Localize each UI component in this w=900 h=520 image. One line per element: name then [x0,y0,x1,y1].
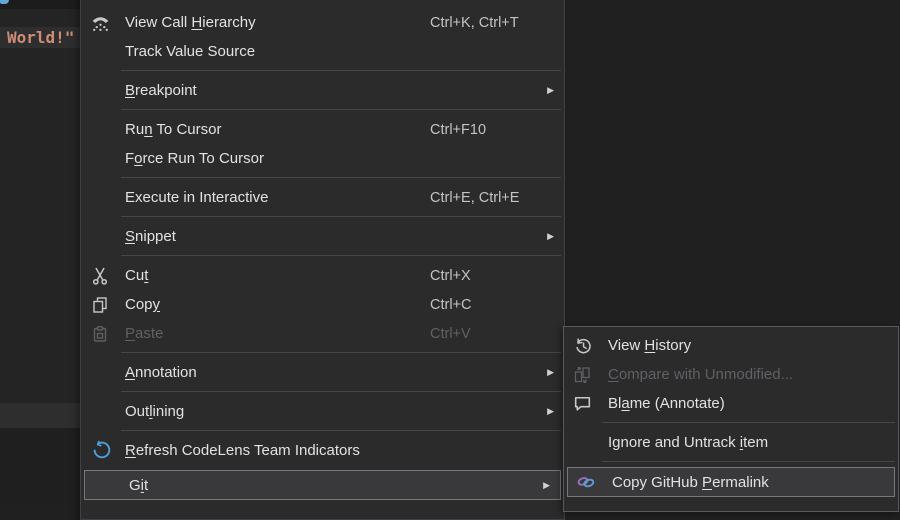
menu-item-label: Annotation [119,364,430,381]
menu-separator [564,457,898,467]
compare-icon [564,360,600,389]
scissors-icon [81,261,119,290]
menu-item-shortcut: Ctrl+K, Ctrl+T [430,15,536,31]
menu-item-label: Track Value Source [119,43,430,60]
menu-item-execute-in-interactive[interactable]: Execute in Interactive Ctrl+E, Ctrl+E [81,183,564,212]
submenu-item-view-history[interactable]: View History [564,331,898,360]
menu-item-label: Outlining [119,403,430,420]
context-menu: View Call Hierarchy Ctrl+K, Ctrl+T Track… [80,0,565,520]
menu-item-label: Copy GitHub Permalink [604,474,872,491]
menu-item-label: View Call Hierarchy [119,14,430,31]
menu-item-cut[interactable]: Cut Ctrl+X [81,261,564,290]
blame-icon [564,389,600,418]
current-line-highlight: World!" [0,27,80,48]
menu-item-shortcut: Ctrl+F10 [430,122,536,138]
menu-item-shortcut: Ctrl+C [430,297,536,313]
menu-item-label: Snippet [119,228,430,245]
menu-separator [81,212,564,222]
menu-item-label: Paste [119,325,430,342]
menu-item-label: View History [600,337,876,354]
menu-item-shortcut: Ctrl+X [430,268,536,284]
menu-item-label: Git [123,477,434,494]
menu-item-label: Execute in Interactive [119,189,430,206]
menu-item-snippet[interactable]: Snippet ▶ [81,222,564,251]
menu-item-label: Refresh CodeLens Team Indicators [119,442,430,459]
menu-item-copy[interactable]: Copy Ctrl+C [81,290,564,319]
menu-item-label: Breakpoint [119,82,430,99]
menu-item-label: Copy [119,296,430,313]
menu-separator [81,66,564,76]
editor-band [0,403,80,428]
submenu-arrow-icon: ▶ [547,368,554,377]
submenu-item-compare-with-unmodified: Compare with Unmodified... [564,360,898,389]
permalink-icon [568,468,604,496]
menu-item-annotation[interactable]: Annotation ▶ [81,358,564,387]
paste-icon [81,319,119,348]
menu-item-track-value-source[interactable]: Track Value Source [81,37,564,66]
editor-top-strip [0,0,80,9]
git-submenu: View History Compare with Unmodified... … [563,326,899,512]
menu-separator [81,348,564,358]
copy-icon [81,290,119,319]
submenu-item-blame-annotate[interactable]: Blame (Annotate) [564,389,898,418]
refresh-icon [81,436,119,465]
menu-separator [81,173,564,183]
menu-separator [81,387,564,397]
editor-bottom-area [0,428,80,506]
submenu-arrow-icon: ▶ [547,86,554,95]
editor-pane: World!" [0,0,80,506]
menu-item-view-call-hierarchy[interactable]: View Call Hierarchy Ctrl+K, Ctrl+T [81,8,564,37]
menu-item-paste: Paste Ctrl+V [81,319,564,348]
menu-item-label: Force Run To Cursor [119,150,430,167]
menu-item-label: Compare with Unmodified... [600,366,876,383]
menu-separator [81,105,564,115]
submenu-arrow-icon: ▶ [543,481,550,490]
menu-separator [81,426,564,436]
submenu-arrow-icon: ▶ [547,232,554,241]
menu-item-label: Cut [119,267,430,284]
menu-item-run-to-cursor[interactable]: Run To Cursor Ctrl+F10 [81,115,564,144]
menu-item-label: Ignore and Untrack item [600,434,876,451]
menu-separator [81,251,564,261]
call-hierarchy-icon [81,8,119,37]
submenu-arrow-icon: ▶ [547,407,554,416]
menu-item-shortcut: Ctrl+E, Ctrl+E [430,190,536,206]
code-string-text: World!" [0,28,74,47]
menu-item-shortcut: Ctrl+V [430,326,536,342]
menu-separator [564,418,898,428]
menu-item-refresh-codelens[interactable]: Refresh CodeLens Team Indicators [81,436,564,465]
menu-item-label: Blame (Annotate) [600,395,876,412]
history-icon [564,331,600,360]
submenu-item-copy-github-permalink[interactable]: Copy GitHub Permalink [567,467,895,497]
submenu-item-ignore-and-untrack[interactable]: Ignore and Untrack item [564,428,898,457]
menu-item-force-run-to-cursor[interactable]: Force Run To Cursor [81,144,564,173]
menu-item-label: Run To Cursor [119,121,430,138]
menu-item-outlining[interactable]: Outlining ▶ [81,397,564,426]
menu-item-git[interactable]: Git ▶ [84,470,561,500]
menu-item-breakpoint[interactable]: Breakpoint ▶ [81,76,564,105]
